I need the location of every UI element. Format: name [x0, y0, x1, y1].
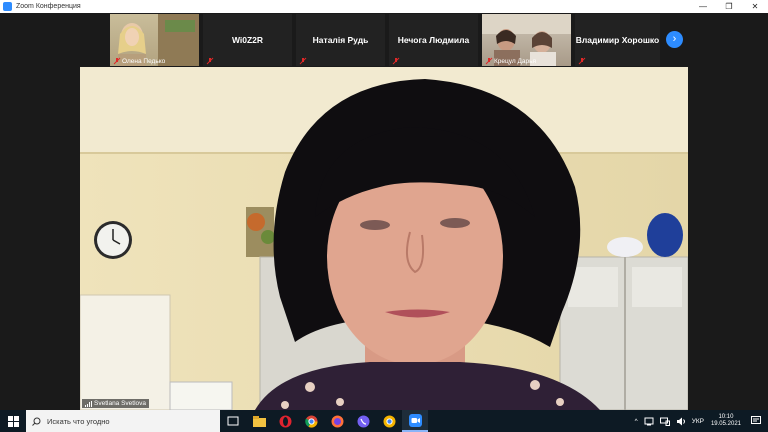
language-indicator[interactable]: УКР	[689, 418, 707, 425]
participant-name: Нечога Людмила	[397, 35, 470, 45]
chrome-icon[interactable]	[298, 410, 324, 432]
next-page-button[interactable]: ›	[666, 31, 683, 48]
taskbar-clock[interactable]: 10:10 19.05.2021	[707, 414, 745, 428]
search-placeholder: Искать что угодно	[47, 416, 110, 426]
zoom-app-icon	[3, 2, 12, 11]
muted-mic-icon	[113, 57, 121, 65]
search-icon	[32, 417, 41, 426]
start-button[interactable]	[0, 410, 26, 432]
participant-tile[interactable]: Наталія Рудь	[296, 14, 385, 66]
system-tray: ^ УКР 10:10 19.05.2021	[632, 410, 768, 432]
muted-mic-icon	[578, 57, 586, 65]
participant-tile[interactable]: Wi0Z2R	[203, 14, 292, 66]
viber-icon[interactable]	[350, 410, 376, 432]
muted-mic-icon	[392, 57, 400, 65]
clock-time: 10:10	[718, 414, 734, 420]
chrome-icon[interactable]	[376, 410, 402, 432]
notifications-icon[interactable]	[751, 416, 761, 426]
participant-tile[interactable]: Владимир Хорошко	[575, 14, 660, 66]
speaker-name-label: Svetlana Svetlova	[82, 399, 150, 408]
minimize-button[interactable]: —	[690, 0, 716, 13]
participant-strip: Олена Педько Wi0Z2R Наталія Рудь Нечога …	[0, 13, 768, 66]
participant-name: Крецул Дарья	[494, 58, 536, 65]
muted-mic-icon	[485, 57, 493, 65]
muted-mic-icon	[206, 57, 214, 65]
participant-tile[interactable]: Крецул Дарья	[482, 14, 571, 66]
opera-icon[interactable]	[272, 410, 298, 432]
active-speaker-video[interactable]: Svetlana Svetlova	[80, 67, 688, 410]
signal-strength-icon	[85, 400, 92, 407]
participant-name: Wi0Z2R	[231, 35, 264, 45]
file-explorer-icon[interactable]	[246, 410, 272, 432]
speaker-name: Svetlana Svetlova	[94, 400, 147, 407]
muted-mic-icon	[299, 57, 307, 65]
speaker-video-frame	[80, 67, 688, 410]
participant-name: Олена Педько	[122, 58, 166, 65]
network-icon[interactable]	[644, 417, 654, 426]
maximize-button[interactable]: ❐	[716, 0, 742, 13]
taskbar-search[interactable]: Искать что угодно	[26, 410, 220, 432]
zoom-icon[interactable]	[402, 410, 428, 432]
chevron-right-icon: ›	[672, 33, 677, 45]
display-icon[interactable]	[659, 417, 670, 426]
close-button[interactable]: ✕	[742, 0, 768, 13]
firefox-icon[interactable]	[324, 410, 350, 432]
volume-icon[interactable]	[676, 417, 686, 426]
window-title: Zoom Конференция	[16, 3, 81, 10]
task-view-icon[interactable]	[220, 410, 246, 432]
clock-date: 19.05.2021	[710, 421, 741, 427]
window-titlebar: Zoom Конференция — ❐ ✕	[0, 0, 768, 13]
participant-tile[interactable]: Олена Педько	[110, 14, 199, 66]
windows-taskbar: Искать что угодно ^ УКР 10:10 19.05.2021	[0, 410, 768, 432]
participant-name: Владимир Хорошко	[575, 35, 660, 45]
participant-tile[interactable]: Нечога Людмила	[389, 14, 478, 66]
chevron-up-icon[interactable]: ^	[632, 418, 641, 425]
participant-name: Наталія Рудь	[312, 35, 369, 45]
windows-logo-icon	[7, 415, 19, 427]
